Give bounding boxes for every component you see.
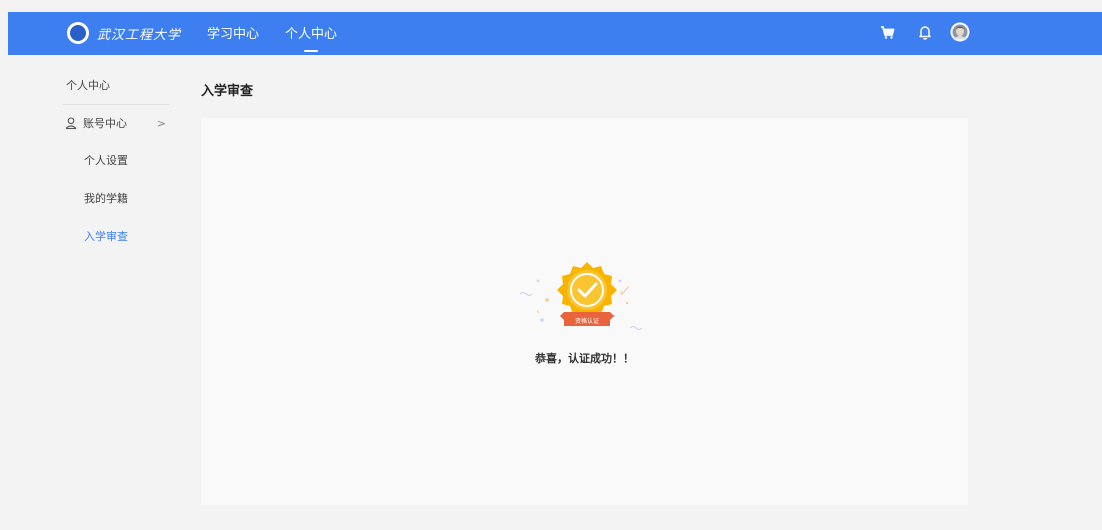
cart-icon[interactable] (876, 21, 898, 43)
page-title: 入学审查 (201, 84, 254, 99)
chevron-right-icon: > (156, 116, 166, 130)
university-logo[interactable]: 武汉工程大学 (67, 21, 181, 45)
avatar[interactable] (949, 21, 971, 43)
badge-ribbon-label: 资格认证 (575, 317, 599, 325)
bell-icon[interactable] (914, 21, 936, 43)
university-emblem-icon (67, 22, 89, 44)
sidebar-group-label: 账号中心 (83, 117, 127, 130)
certification-badge: 资格认证 (512, 256, 662, 346)
sidebar-divider (62, 104, 170, 105)
sidebar-title: 个人中心 (66, 79, 110, 92)
success-message: 恭喜，认证成功！！ (535, 352, 634, 365)
user-icon (64, 116, 78, 130)
sidebar-item-personal-settings[interactable]: 个人设置 (84, 152, 128, 168)
tab-learning-center[interactable]: 学习中心 (207, 23, 259, 42)
sidebar-group-account-center[interactable]: 账号中心 > (64, 114, 170, 132)
content-card: 资格认证 恭喜，认证成功！！ (201, 118, 968, 505)
top-navigation-bar: 武汉工程大学 学习中心 个人中心 (8, 12, 1102, 55)
sidebar-item-admission-review[interactable]: 入学审查 (84, 228, 128, 244)
sidebar-item-my-enrollment[interactable]: 我的学籍 (84, 190, 128, 206)
tab-personal-center[interactable]: 个人中心 (285, 23, 337, 52)
logo-text: 武汉工程大学 (97, 27, 182, 43)
